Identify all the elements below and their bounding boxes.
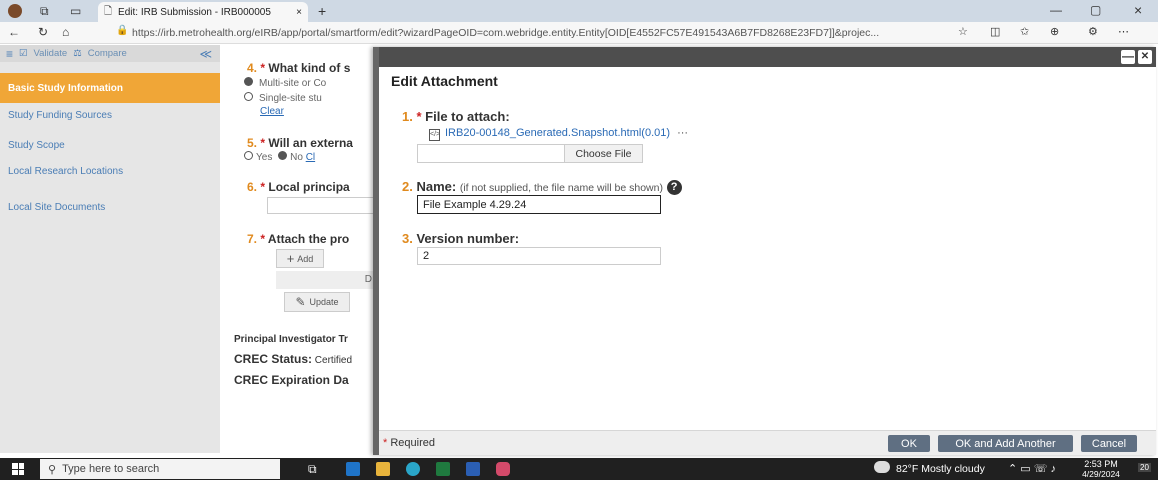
dialog-footer: * Required OK OK and Add Another Cancel xyxy=(379,430,1156,455)
compare-button[interactable]: Compare xyxy=(88,48,127,59)
validate-icon: ☑ xyxy=(19,48,28,59)
browser-tab-bar: ⧉ ▭ 🗋 Edit: IRB Submission - IRB000005 ×… xyxy=(0,0,1158,22)
edit-icon: ✎ xyxy=(295,295,306,309)
extensions-icon[interactable]: ⚙ xyxy=(1088,25,1098,38)
favorite-star-icon[interactable]: ☆ xyxy=(958,25,968,38)
q4-option-singlesite[interactable]: Single-site stu xyxy=(244,92,322,104)
task-view-icon[interactable]: ⧉ xyxy=(308,462,317,477)
html-file-icon: </> xyxy=(429,129,440,141)
url-field[interactable]: https://irb.metrohealth.org/eIRB/app/por… xyxy=(132,23,952,42)
help-icon[interactable]: ? xyxy=(666,180,682,196)
windows-start-icon[interactable] xyxy=(12,463,24,475)
sidebar-item-study-funding-sources[interactable]: Study Funding Sources xyxy=(0,110,220,121)
refresh-icon[interactable]: ↻ xyxy=(38,25,48,39)
q7-add-button[interactable]: + Add xyxy=(276,249,324,268)
windows-taskbar: ⚲ Type here to search ⧉ 82°F Mostly clou… xyxy=(0,458,1158,480)
ok-and-add-another-button[interactable]: OK and Add Another xyxy=(938,435,1073,452)
excel-icon[interactable] xyxy=(436,462,450,476)
workspaces-icon[interactable]: ⧉ xyxy=(40,4,49,19)
q4-option-multisite[interactable]: Multi-site or Co xyxy=(244,77,326,89)
more-menu-icon[interactable]: ⋯ xyxy=(1118,25,1129,38)
address-bar: ← ↻ ⌂ 🔒 https://irb.metrohealth.org/eIRB… xyxy=(0,22,1158,44)
new-tab-button[interactable]: + xyxy=(318,3,326,19)
question-6: 6. * Local principa xyxy=(247,180,350,194)
clock-time[interactable]: 2:53 PM xyxy=(1078,459,1124,469)
tab-actions-icon[interactable]: ▭ xyxy=(70,4,81,18)
file-more-icon[interactable]: ··· xyxy=(677,127,688,139)
cancel-button[interactable]: Cancel xyxy=(1081,435,1137,452)
question-7: 7. * Attach the pro xyxy=(247,232,350,246)
q6-input[interactable] xyxy=(267,197,380,214)
restore-window-button[interactable]: ▢ xyxy=(1090,3,1101,17)
sidebar-item-local-site-documents[interactable]: Local Site Documents xyxy=(0,202,220,213)
tab-title: Edit: IRB Submission - IRB000005 xyxy=(118,6,271,18)
sidebar-item-local-research-locations[interactable]: Local Research Locations xyxy=(0,166,220,177)
search-icon: ⚲ xyxy=(48,463,57,476)
weather-text[interactable]: 82°F Mostly cloudy xyxy=(896,463,985,475)
sidebar-toolbar: ≡ ☑ Validate ⚖ Compare ≪ xyxy=(0,45,220,62)
pi-training-label: Principal Investigator Tr xyxy=(234,334,348,345)
taskbar-search[interactable]: ⚲ Type here to search xyxy=(40,459,280,479)
clock-date[interactable]: 4/29/2024 xyxy=(1074,469,1128,479)
validate-button[interactable]: Validate xyxy=(34,48,68,59)
split-screen-icon[interactable]: ◫ xyxy=(990,25,1000,38)
q7-table-header: D xyxy=(276,271,380,289)
sidebar: ≡ ☑ Validate ⚖ Compare ≪ Basic Study Inf… xyxy=(0,45,220,453)
question-4: 4. * What kind of s xyxy=(247,61,351,75)
dialog-titlebar: — ✕ xyxy=(379,47,1156,67)
menu-icon[interactable]: ≡ xyxy=(6,47,13,61)
question-5: 5. * Will an externa xyxy=(247,136,353,150)
file-explorer-icon[interactable] xyxy=(376,462,390,476)
q5-options[interactable]: Yes No Cl xyxy=(244,151,315,163)
file-to-attach-label: 1. * File to attach: xyxy=(402,109,510,124)
q4-clear-link[interactable]: Clear xyxy=(260,106,284,117)
dialog-minimize-button[interactable]: — xyxy=(1121,50,1135,64)
sidebar-item-study-scope[interactable]: Study Scope xyxy=(0,140,220,151)
name-label: 2. Name: (if not supplied, the file name… xyxy=(402,179,682,196)
edge-icon[interactable] xyxy=(406,462,420,476)
dialog-title: Edit Attachment xyxy=(391,73,498,89)
back-arrow-icon[interactable]: ← xyxy=(8,25,20,39)
crec-status: CREC Status: Certified xyxy=(234,352,353,366)
home-icon[interactable]: ⌂ xyxy=(62,25,69,39)
name-input[interactable]: File Example 4.29.24 xyxy=(417,195,661,214)
weather-cloud-icon xyxy=(874,461,890,473)
system-tray-icons[interactable]: ⌃ ▭ ☏ ♪ xyxy=(1008,462,1056,475)
attached-file-link[interactable]: </> IRB20-00148_Generated.Snapshot.html(0… xyxy=(429,127,688,141)
favorites-icon[interactable]: ✩ xyxy=(1020,25,1029,38)
smartform-page: 4. * What kind of s Multi-site or Co Sin… xyxy=(220,45,380,453)
required-note: * Required xyxy=(383,437,435,449)
sidebar-item-basic-study-information[interactable]: Basic Study Information xyxy=(0,73,220,103)
page-icon: 🗋 xyxy=(104,5,113,17)
word-icon[interactable] xyxy=(466,462,480,476)
q7-update-button[interactable]: ✎ Update xyxy=(284,292,350,312)
compare-icon: ⚖ xyxy=(73,48,82,59)
active-tab[interactable]: 🗋 Edit: IRB Submission - IRB000005 × xyxy=(98,2,308,22)
plus-icon: + xyxy=(286,251,295,266)
version-number-label: 3. Version number: xyxy=(402,231,520,246)
ok-button[interactable]: OK xyxy=(888,435,930,452)
edit-attachment-dialog: — ✕ Edit Attachment 1. * File to attach:… xyxy=(373,47,1156,455)
profile-avatar[interactable] xyxy=(8,4,22,18)
outlook-icon[interactable] xyxy=(346,462,360,476)
tab-close-icon[interactable]: × xyxy=(296,7,302,18)
app-icon[interactable] xyxy=(496,462,510,476)
notifications-icon[interactable]: 20 xyxy=(1138,463,1151,472)
collections-icon[interactable]: ⊕ xyxy=(1050,25,1059,38)
minimize-window-button[interactable]: — xyxy=(1050,3,1062,17)
lock-icon: 🔒 xyxy=(116,25,129,36)
version-number-input[interactable]: 2 xyxy=(417,247,661,265)
file-input[interactable]: Choose File xyxy=(417,144,643,163)
crec-expiration-label: CREC Expiration Da xyxy=(234,373,349,387)
collapse-sidebar-icon[interactable]: ≪ xyxy=(199,47,212,61)
close-window-button[interactable]: × xyxy=(1134,2,1142,18)
dialog-close-button[interactable]: ✕ xyxy=(1138,50,1152,64)
choose-file-button[interactable]: Choose File xyxy=(564,145,642,162)
